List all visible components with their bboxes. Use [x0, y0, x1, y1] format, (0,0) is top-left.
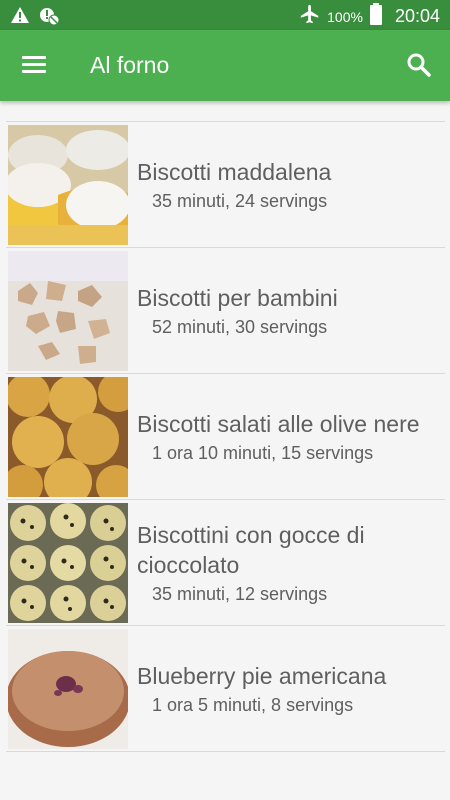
battery-icon	[369, 3, 383, 30]
recipe-thumbnail	[8, 629, 128, 749]
recipe-title: Biscottini con gocce di cioccolato	[137, 521, 365, 578]
recipe-row-biscottini-gocce-cioccolato[interactable]: Biscottini con gocce di cioccolato 35 mi…	[6, 500, 445, 626]
recipe-meta: 35 minuti, 12 servings	[152, 583, 328, 604]
airplane-mode-icon	[299, 3, 321, 30]
recipe-thumbnail	[8, 503, 128, 623]
recipe-title: Biscotti maddalena	[137, 158, 332, 185]
recipe-title: Biscotti salati alle olive nere	[137, 410, 420, 437]
clock: 20:04	[394, 6, 440, 26]
search-icon	[407, 53, 431, 77]
search-button[interactable]	[406, 52, 432, 78]
recipe-title: Blueberry pie americana	[137, 662, 387, 689]
recipe-meta: 52 minuti, 30 servings	[152, 316, 328, 337]
app-bar: Al forno	[0, 30, 450, 101]
recipe-meta: 1 ora 10 minuti, 15 servings	[152, 442, 374, 463]
recipe-row-biscotti-salati-olive[interactable]: Biscotti salati alle olive nere 1 ora 10…	[6, 374, 445, 500]
recipe-row-biscotti-maddalena[interactable]: Biscotti maddalena 35 minuti, 24 serving…	[6, 122, 445, 248]
recipe-meta: 1 ora 5 minuti, 8 servings	[152, 694, 354, 715]
warning-icon	[10, 5, 30, 30]
recipe-meta: 35 minuti, 24 servings	[152, 190, 328, 211]
recipe-row-blueberry-pie[interactable]: Blueberry pie americana 1 ora 5 minuti, …	[6, 626, 445, 752]
page-title: Al forno	[90, 52, 170, 78]
blocked-notification-icon	[38, 4, 60, 31]
recipe-list: Biscotti maddalena 35 minuti, 24 serving…	[6, 121, 445, 752]
recipe-thumbnail	[8, 125, 128, 245]
menu-icon	[22, 56, 46, 59]
menu-button[interactable]	[20, 50, 50, 80]
recipe-row-biscotti-per-bambini[interactable]: Biscotti per bambini 52 minuti, 30 servi…	[6, 248, 445, 374]
status-bar: 100% 20:04	[0, 0, 450, 30]
battery-percent: 100%	[327, 8, 363, 25]
recipe-title: Biscotti per bambini	[137, 284, 338, 311]
recipe-thumbnail	[8, 251, 128, 371]
recipe-thumbnail	[8, 377, 128, 497]
